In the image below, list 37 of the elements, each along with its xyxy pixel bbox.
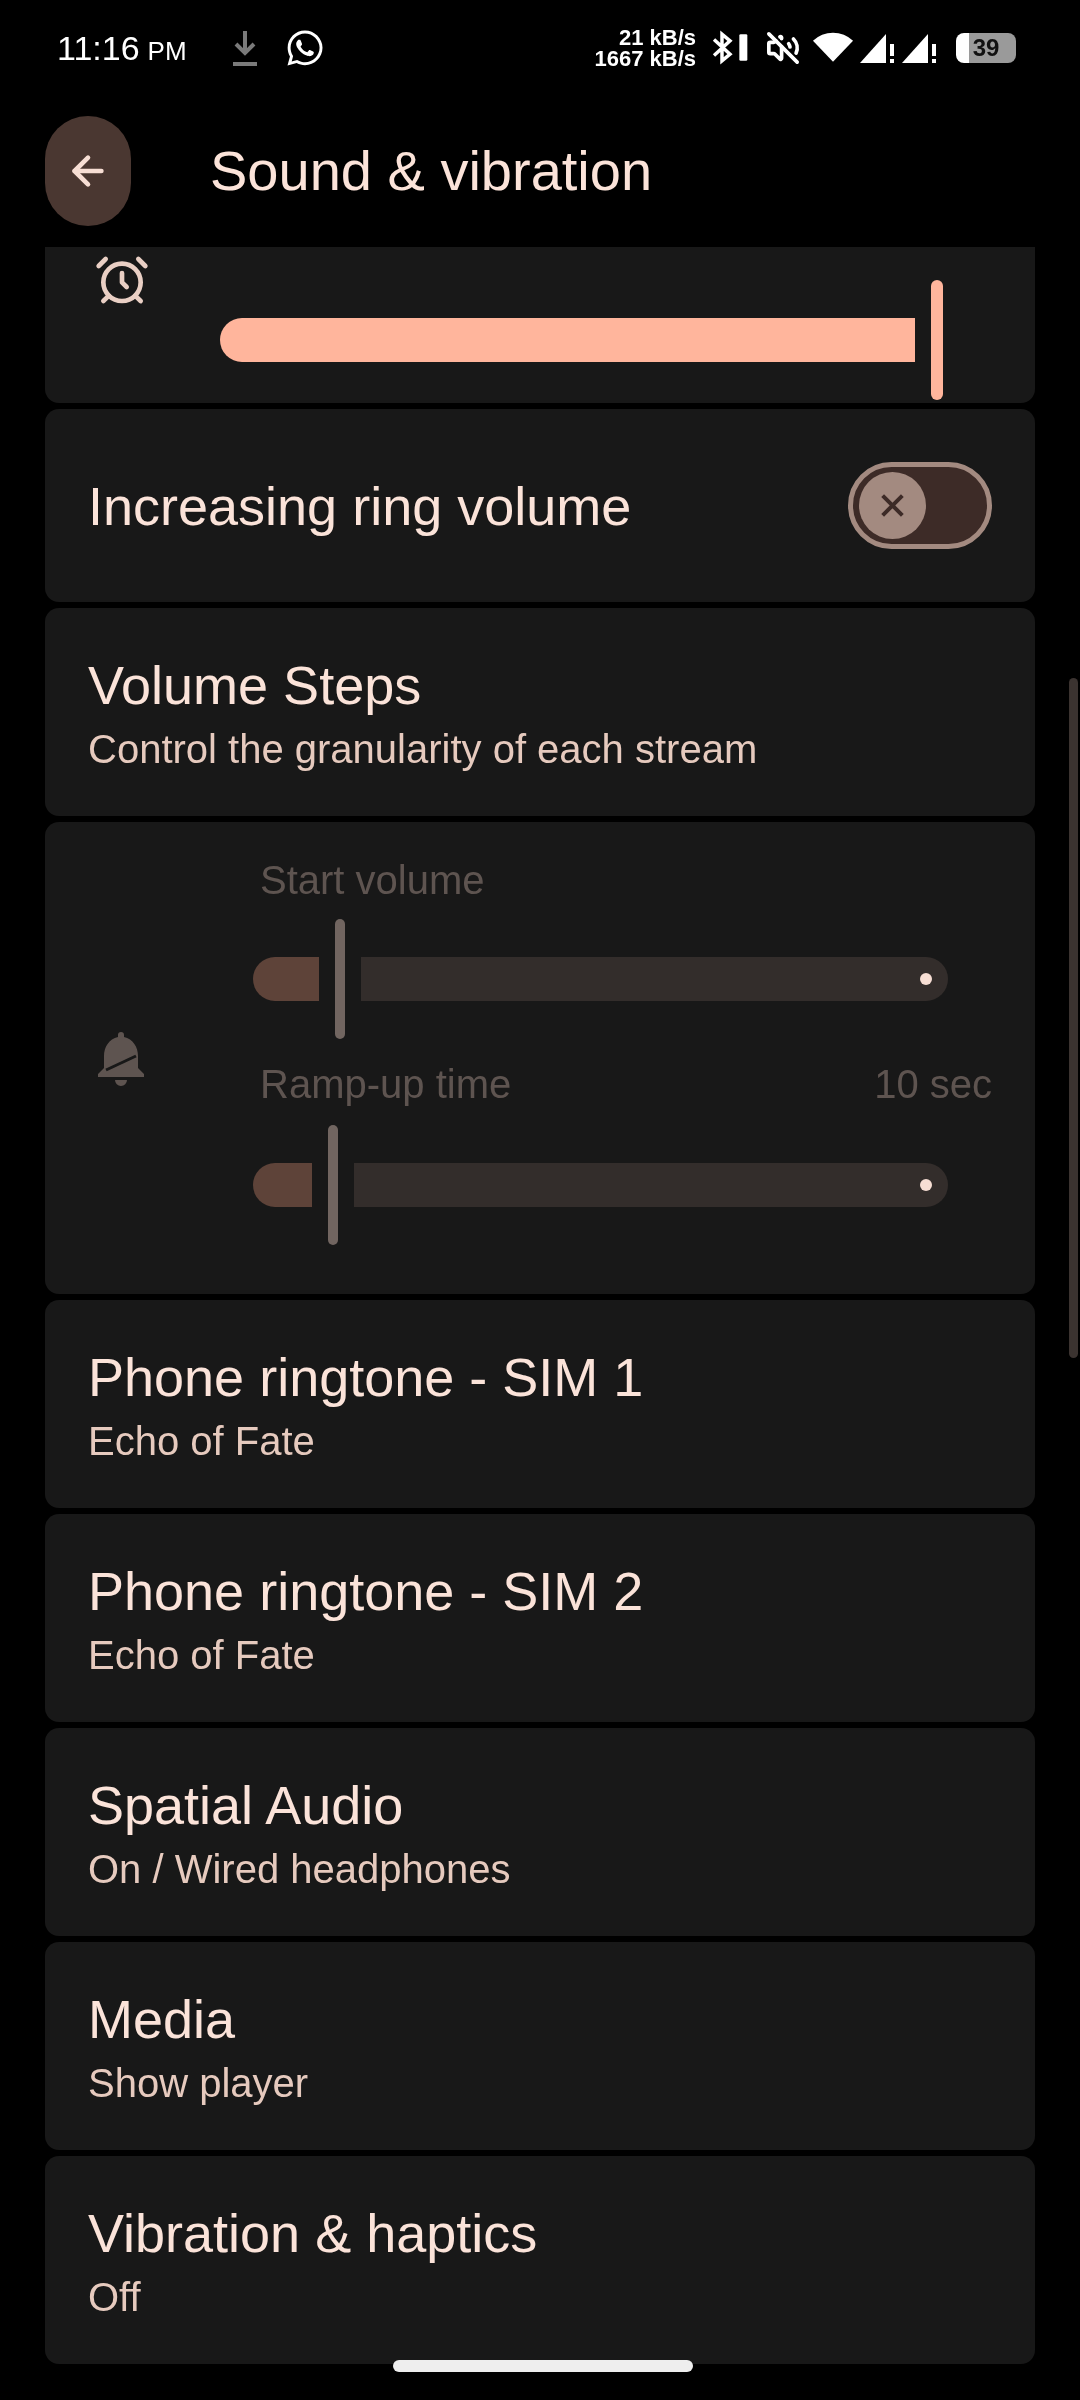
setting-subtitle: Echo of Fate [88,1419,316,1463]
setting-item[interactable]: Media Show player [45,1942,1035,2150]
x-knob-icon [859,472,926,539]
muted-speaker-icon [766,30,800,65]
setting-item[interactable]: Volume Steps Control the granularity of each stream [45,608,1035,816]
setting-subtitle: Control the granularity of each stream [88,727,759,771]
bell-icon [96,1030,146,1086]
setting-subtitle: On / Wired headphones [88,1847,512,1891]
download-icon [230,28,259,67]
setting-item[interactable]: Increasing ring volume [45,409,1035,602]
setting-title: Spatial Audio [88,1775,405,1835]
download-speed: 1667 kB/s [594,47,696,69]
slider-track[interactable] [220,280,943,400]
setting-item[interactable]: Phone ringtone - SIM 2 Echo of Fate [45,1514,1035,1722]
page-title: Sound & vibration [210,139,653,203]
setting-title: Increasing ring volume [88,475,632,536]
setting-title: Vibration & haptics [88,2203,539,2263]
upload-speed: 21 kB/s [618,26,696,48]
setting-item[interactable]: Vibration & haptics Off [45,2156,1035,2364]
setting-title: Volume Steps [88,655,423,715]
setting-subtitle: Off [88,2275,142,2319]
slider-label: Start volume [260,858,485,902]
setting-item[interactable]: Phone ringtone - SIM 1 Echo of Fate [45,1300,1035,1508]
setting-subtitle: Echo of Fate [88,1633,316,1677]
setting-title: Phone ringtone - SIM 1 [88,1347,645,1407]
wifi-icon [812,32,854,63]
battery-level: 39 [956,32,1016,63]
slider-label: Ramp-up time [260,1062,512,1106]
setting-title: Phone ringtone - SIM 2 [88,1561,645,1621]
slider-thumb[interactable] [931,280,943,400]
bluetooth-icon [710,30,750,65]
setting-item[interactable]: Spatial Audio On / Wired headphones [45,1728,1035,1936]
setting-title: Media [88,1989,237,2049]
slider-reading: 10 sec [874,1062,992,1106]
setting-subtitle: Show player [88,2061,310,2105]
clock-meridiem: PM [147,35,187,66]
clock-time: 11:16 [57,27,140,68]
